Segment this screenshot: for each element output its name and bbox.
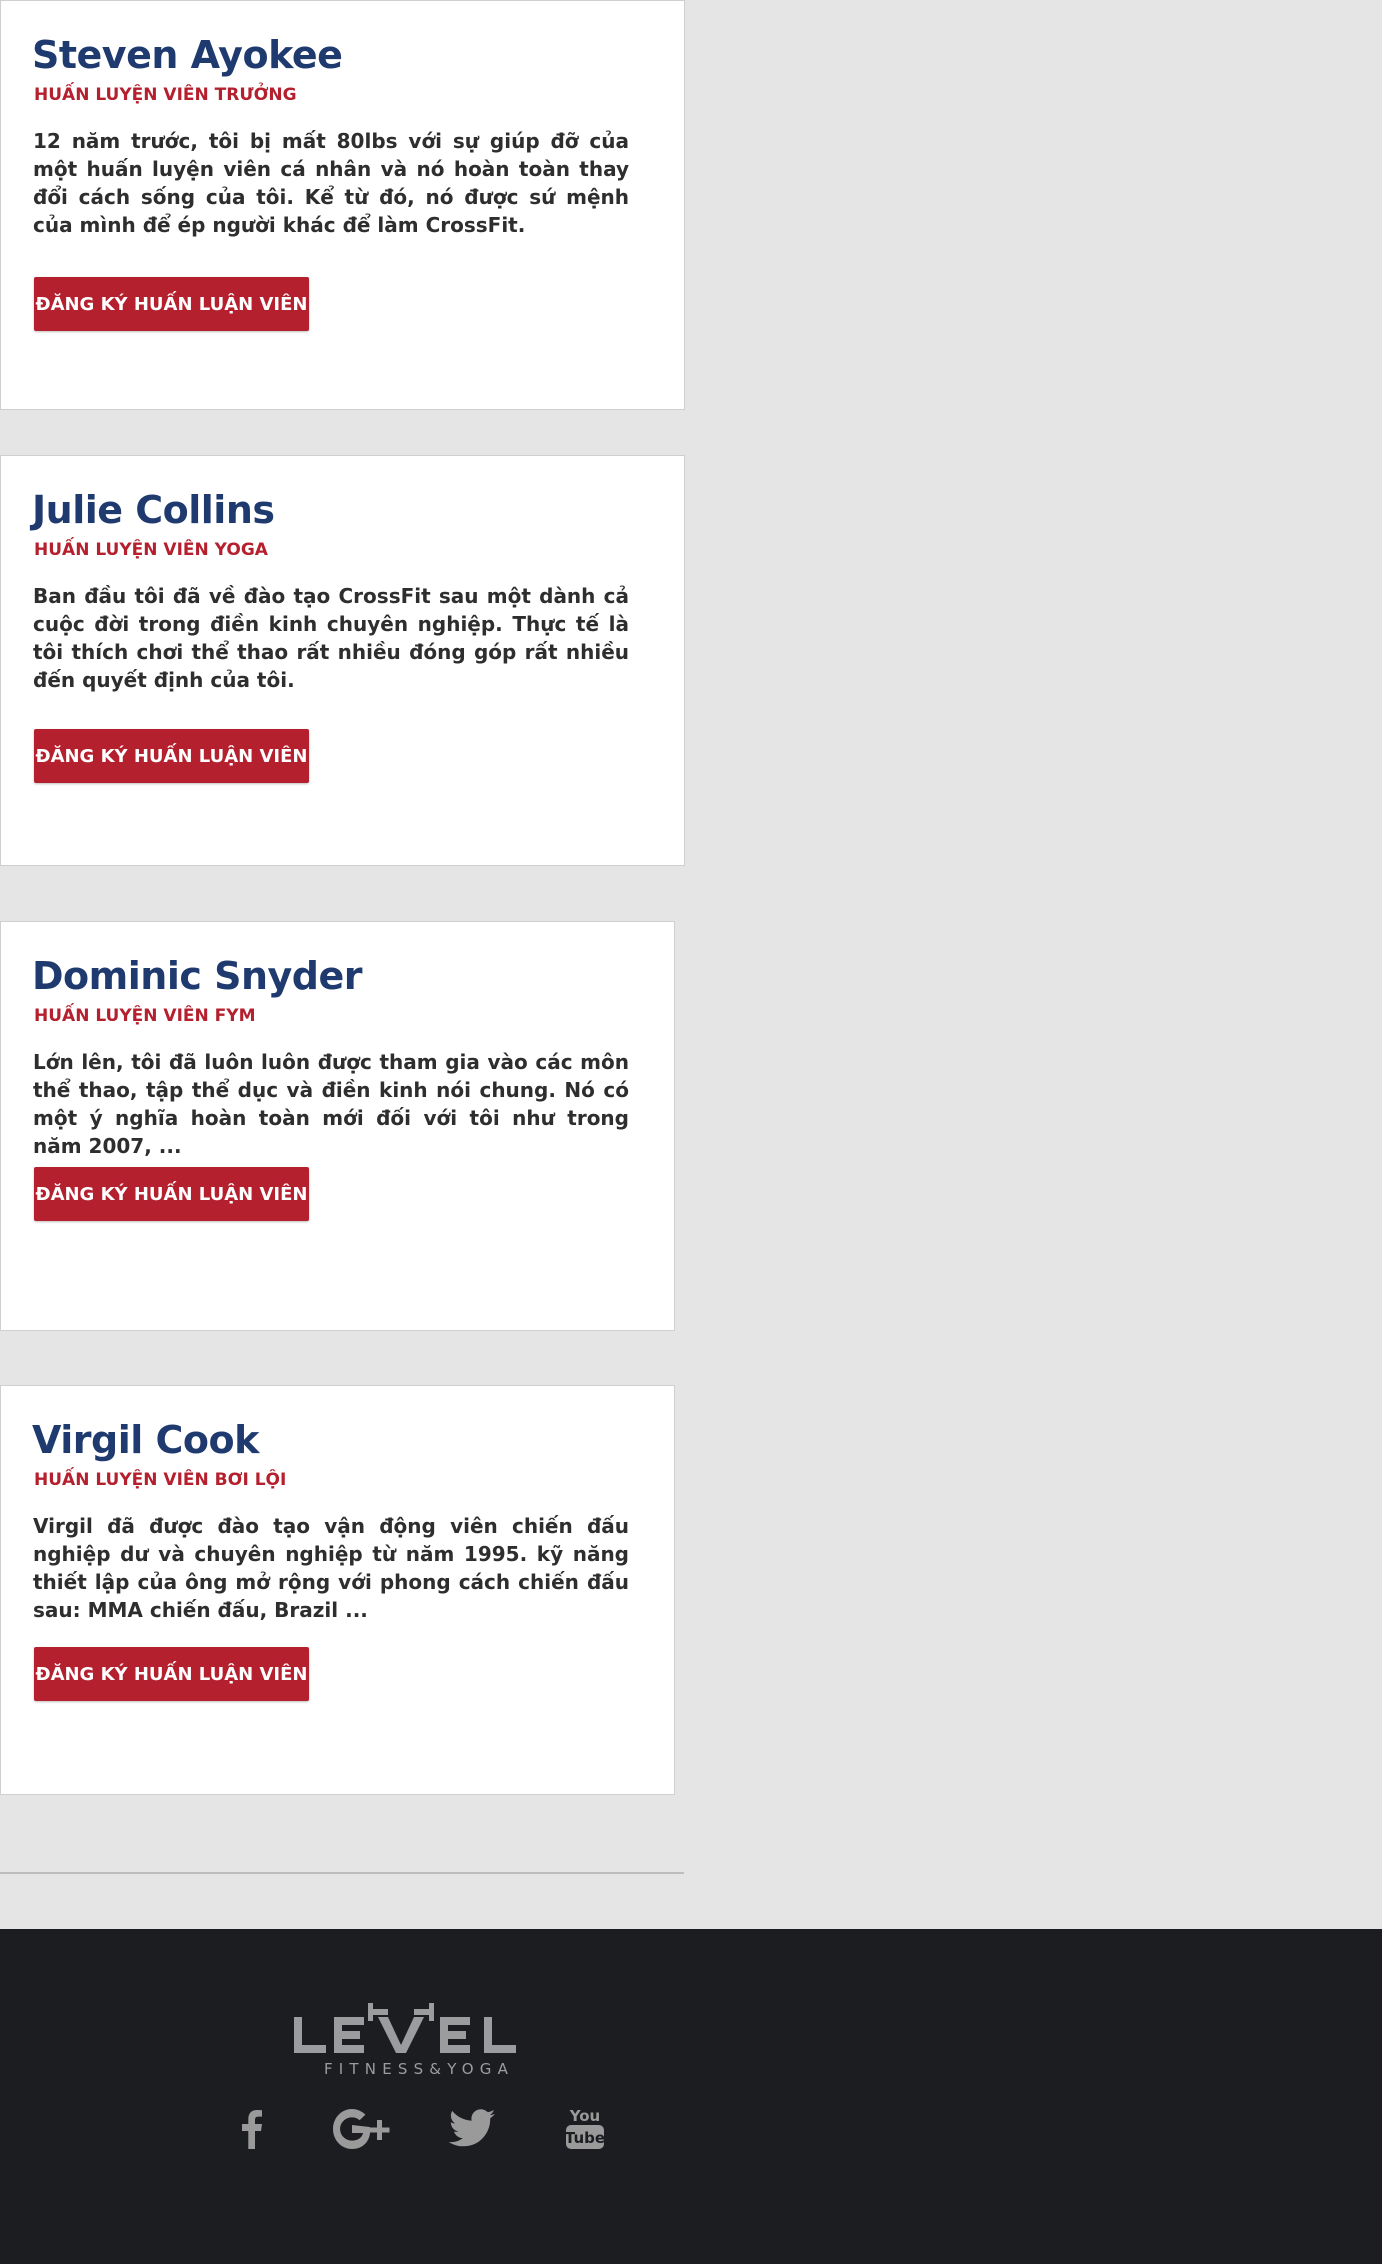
register-trainer-button[interactable]: ĐĂNG KÝ HUẤN LUẬN VIÊN	[34, 277, 309, 331]
trainer-role: HUẤN LUYỆN VIÊN FYM	[34, 1006, 256, 1026]
trainer-role: HUẤN LUYỆN VIÊN YOGA	[34, 540, 268, 560]
level-fitness-yoga-logo[interactable]: FITNESS&YOGA	[288, 2001, 550, 2079]
logo-tagline: FITNESS&YOGA	[324, 2060, 514, 2078]
register-trainer-button[interactable]: ĐĂNG KÝ HUẤN LUẬN VIÊN	[34, 729, 309, 783]
trainer-name: Virgil Cook	[32, 1418, 259, 1462]
trainer-bio: Lớn lên, tôi đã luôn luôn được tham gia …	[33, 1050, 629, 1158]
trainer-bio: Virgil đã được đào tạo vận động viên chi…	[33, 1514, 629, 1622]
svg-text:Tube: Tube	[565, 2129, 605, 2147]
trainer-name: Steven Ayokee	[32, 33, 343, 77]
trainer-name: Julie Collins	[32, 488, 275, 532]
trainer-name: Dominic Snyder	[32, 954, 363, 998]
trainer-bio: Ban đầu tôi đã về đào tạo CrossFit sau m…	[33, 584, 629, 692]
trainer-card: Virgil Cook HUẤN LUYỆN VIÊN BƠI LỘI Virg…	[0, 1385, 675, 1795]
twitter-icon[interactable]	[448, 2109, 495, 2154]
google-plus-icon[interactable]	[333, 2109, 391, 2154]
register-trainer-button[interactable]: ĐĂNG KÝ HUẤN LUẬN VIÊN	[34, 1167, 309, 1221]
facebook-icon[interactable]	[238, 2109, 264, 2154]
trainer-role: HUẤN LUYỆN VIÊN BƠI LỘI	[34, 1470, 287, 1490]
trainer-card: Steven Ayokee HUẤN LUYỆN VIÊN TRƯỞNG 12 …	[0, 0, 685, 410]
site-footer: FITNESS&YOGA You Tube	[0, 1929, 1382, 2264]
svg-text:You: You	[569, 2107, 600, 2125]
trainer-role: HUẤN LUYỆN VIÊN TRƯỞNG	[34, 85, 297, 105]
trainer-card: Dominic Snyder HUẤN LUYỆN VIÊN FYM Lớn l…	[0, 921, 675, 1331]
register-trainer-button[interactable]: ĐĂNG KÝ HUẤN LUẬN VIÊN	[34, 1647, 309, 1701]
trainer-bio: 12 năm trước, tôi bị mất 80lbs với sự gi…	[33, 129, 629, 237]
section-divider	[0, 1872, 684, 1874]
trainer-card: Julie Collins HUẤN LUYỆN VIÊN YOGA Ban đ…	[0, 455, 685, 866]
youtube-icon[interactable]: You Tube	[565, 2105, 605, 2156]
